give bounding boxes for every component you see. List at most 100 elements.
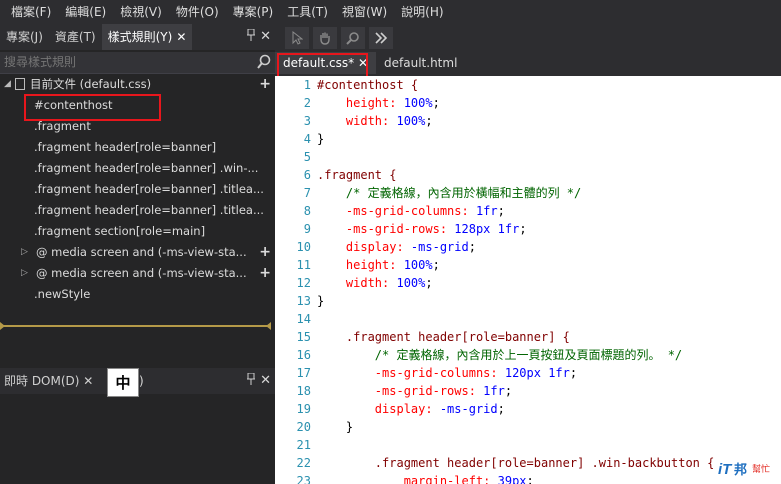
code-text: -ms-grid-columns: 1fr; <box>317 202 505 220</box>
panel-close-icon[interactable]: ✕ <box>260 368 271 394</box>
code-text: display: -ms-grid; <box>317 400 505 418</box>
menu-item[interactable]: 物件(O) <box>169 0 226 24</box>
add-rule-icon[interactable]: + <box>259 74 271 95</box>
code-token: #contenthost { <box>317 78 419 92</box>
tab-project[interactable]: 專案(J) <box>0 24 49 50</box>
line-number: 9 <box>303 222 311 236</box>
style-rule-item[interactable]: .fragment header[role=banner] .titlea... <box>0 179 275 200</box>
line-number: 21 <box>296 438 311 452</box>
code-line: 23 margin-left: 39px; <box>275 472 781 484</box>
tab-default-html[interactable]: default.html <box>376 52 465 74</box>
code-token: 1fr <box>475 204 498 218</box>
code-token: /* 定義格線，內含用於橫幅和主體的列 */ <box>317 186 582 200</box>
style-rule-item[interactable]: .fragment header[role=banner] .win-... <box>0 158 275 179</box>
menu-item[interactable]: 專案(P) <box>226 0 281 24</box>
code-token: ; <box>432 96 440 110</box>
new-style-item-label: .newStyle <box>34 287 91 301</box>
dom-tabstrip: 即時 DOM(D) ✕ ) ✕ 中 <box>0 368 275 397</box>
menu-item[interactable]: 檔案(F) <box>4 0 58 24</box>
line-number: 6 <box>303 168 311 182</box>
collapse-icon[interactable]: ◢ <box>4 74 11 95</box>
code-line: 20 } <box>275 418 781 436</box>
style-rule-item[interactable]: .fragment header[role=banner] <box>0 137 275 158</box>
code-token: ; <box>519 222 527 236</box>
svg-text:幫忙: 幫忙 <box>752 463 770 475</box>
style-rule-item[interactable]: .fragment section[role=main] <box>0 221 275 242</box>
line-number: 5 <box>303 150 311 164</box>
code-editor[interactable]: 1 #contenthost {2 height: 100%; 3 width: 1… <box>275 76 781 484</box>
tab-assets[interactable]: 資產(T) <box>49 24 102 50</box>
hand-tool-button[interactable] <box>313 27 337 49</box>
code-token: 100% <box>403 258 433 272</box>
code-token: -ms-grid-rows: <box>317 384 484 398</box>
code-token: 100% <box>396 114 426 128</box>
code-text: height: 100%; <box>317 94 440 112</box>
zoom-tool-button[interactable] <box>341 27 365 49</box>
new-style-item[interactable]: .newStyle <box>0 284 275 305</box>
line-number: 19 <box>296 402 311 416</box>
tab-live-dom[interactable]: 即時 DOM(D) ✕ <box>4 368 93 394</box>
media-rule-item-label: @ media screen and (-ms-view-sta... <box>36 245 247 259</box>
menu-item[interactable]: 工具(T) <box>280 0 335 24</box>
select-tool-button[interactable] <box>285 27 309 49</box>
add-rule-icon[interactable]: + <box>259 242 271 263</box>
code-token: 100% <box>396 276 426 290</box>
add-rule-icon[interactable]: + <box>259 263 271 284</box>
tab-tail: ) <box>139 374 144 388</box>
line-number: 8 <box>303 204 311 218</box>
menu-item[interactable]: 檢視(V) <box>113 0 169 24</box>
code-line: 7 /* 定義格線，內含用於橫幅和主體的列 */ <box>275 184 781 202</box>
media-rule-item[interactable]: ▷ + @ media screen and (-ms-view-sta... <box>0 242 275 263</box>
style-rule-item[interactable]: .fragment header[role=banner] .titlea... <box>0 200 275 221</box>
menu-item[interactable]: 視窗(W) <box>335 0 394 24</box>
close-icon[interactable]: ✕ <box>83 374 93 388</box>
search-icon[interactable] <box>257 54 271 70</box>
menu-bar: 檔案(F) 編輯(E) 檢視(V) 物件(O) 專案(P) 工具(T) 視窗(W) 說明(H) <box>0 0 781 24</box>
line-number: 10 <box>296 240 311 254</box>
code-text: #contenthost { <box>317 76 418 94</box>
search-input[interactable] <box>0 52 255 72</box>
code-text: /* 定義格線，內含用於橫幅和主體的列 */ <box>317 184 581 202</box>
search-bar <box>0 52 275 74</box>
code-token: -ms-grid-rows: <box>317 222 455 236</box>
insertion-line <box>0 322 271 330</box>
code-token: display: <box>317 402 440 416</box>
more-tools-chevron-icon[interactable] <box>369 27 393 49</box>
pin-icon[interactable] <box>247 24 255 50</box>
code-token: .fragment { <box>317 168 397 182</box>
media-rule-item-label: @ media screen and (-ms-view-sta... <box>36 266 247 280</box>
tab-style-rules-label: 樣式規則(Y) <box>107 30 173 44</box>
code-token: } <box>317 132 325 146</box>
menu-item[interactable]: 說明(H) <box>394 0 450 24</box>
menu-item[interactable]: 編輯(E) <box>58 0 113 24</box>
expand-icon[interactable]: ▷ <box>21 242 28 263</box>
code-token: 39px <box>497 474 527 484</box>
line-number: 18 <box>296 384 311 398</box>
code-token: 100% <box>403 96 433 110</box>
pin-icon[interactable] <box>247 368 255 394</box>
panel-close-icon[interactable]: ✕ <box>260 24 271 50</box>
code-text: .fragment header[role=banner] { <box>317 328 570 346</box>
code-text: height: 100%; <box>317 256 440 274</box>
tree-root-current-document[interactable]: ◢ + 目前文件 (default.css) <box>0 74 275 95</box>
expand-icon[interactable]: ▷ <box>21 263 28 284</box>
code-text: -ms-grid-columns: 120px 1fr; <box>317 364 577 382</box>
code-token: ; <box>526 474 534 484</box>
code-token: ; <box>569 366 578 380</box>
ime-indicator[interactable]: 中 <box>107 368 139 397</box>
close-icon[interactable]: ✕ <box>176 30 186 44</box>
code-line: 9 -ms-grid-rows: 128px 1fr; <box>275 220 781 238</box>
code-token: height: <box>317 96 404 110</box>
code-line: 21 <box>275 436 781 454</box>
line-number: 1 <box>303 78 311 92</box>
code-line: 1 #contenthost { <box>275 76 781 94</box>
line-number: 11 <box>296 258 311 272</box>
code-token: } <box>317 420 354 434</box>
code-token: 1fr <box>483 384 505 398</box>
code-line: 5 <box>275 148 781 166</box>
code-token: -ms-grid <box>439 402 498 416</box>
tab-style-rules[interactable]: 樣式規則(Y) ✕ <box>101 24 193 50</box>
media-rule-item[interactable]: ▷ + @ media screen and (-ms-view-sta... <box>0 263 275 284</box>
code-token: ; <box>504 384 513 398</box>
code-text: -ms-grid-rows: 128px 1fr; <box>317 220 527 238</box>
